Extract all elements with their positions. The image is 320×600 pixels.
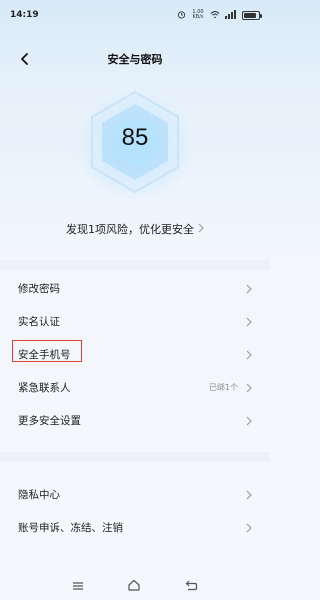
nav-bar: 安全与密码	[0, 44, 270, 74]
page-title: 安全与密码	[107, 53, 163, 66]
highlight-box	[12, 340, 82, 362]
menu-item-label: 紧急联系人	[18, 382, 71, 394]
chevron-right-icon	[246, 404, 252, 437]
privacy-menu-list: 隐私中心 账号申诉、冻结、注销	[0, 478, 270, 544]
menu-item-more-security[interactable]: 更多安全设置	[0, 404, 270, 437]
back-icon[interactable]	[185, 576, 198, 595]
menu-item-value: 已绑1个	[208, 383, 238, 392]
system-nav-bar	[0, 570, 270, 600]
chevron-right-icon	[246, 272, 252, 305]
alarm-icon	[177, 10, 186, 21]
wifi-icon	[210, 10, 220, 21]
back-button[interactable]	[14, 48, 36, 70]
speed-text: 1.00 KB/s	[192, 9, 204, 20]
chevron-right-icon	[246, 383, 252, 393]
status-time: 14:19	[10, 10, 39, 20]
menu-item-account-appeal[interactable]: 账号申诉、冻结、注销	[0, 511, 270, 544]
chevron-right-icon	[246, 338, 252, 371]
home-icon[interactable]	[127, 576, 141, 595]
menu-item-label: 修改密码	[18, 283, 60, 295]
section-divider	[0, 452, 270, 462]
menu-item-label: 实名认证	[18, 316, 60, 328]
menu-icon[interactable]	[72, 576, 84, 595]
chevron-right-icon	[246, 478, 252, 511]
menu-item-privacy-center[interactable]: 隐私中心	[0, 478, 270, 511]
section-divider	[0, 260, 270, 270]
menu-item-label: 隐私中心	[18, 489, 60, 501]
chevron-right-icon	[246, 305, 252, 338]
menu-item-change-password[interactable]: 修改密码	[0, 272, 270, 305]
chevron-right-icon	[198, 223, 204, 236]
status-bar: 14:19 1.00 KB/s	[0, 0, 270, 30]
signal-icon	[225, 9, 237, 21]
security-score: 85	[121, 124, 149, 151]
menu-item-emergency-contact[interactable]: 紧急联系人 已绑1个	[0, 371, 270, 404]
risk-summary-text: 发现1项风险，优化更安全	[66, 223, 194, 236]
chevron-left-icon	[21, 53, 28, 65]
menu-item-label: 账号申诉、冻结、注销	[18, 522, 123, 534]
risk-summary-link[interactable]: 发现1项风险，优化更安全	[0, 221, 270, 237]
status-icons: 1.00 KB/s	[177, 9, 262, 21]
menu-item-real-name[interactable]: 实名认证	[0, 305, 270, 338]
battery-icon	[242, 10, 262, 20]
chevron-right-icon	[246, 511, 252, 544]
menu-item-label: 更多安全设置	[18, 415, 81, 427]
security-score-area: 85	[0, 84, 270, 204]
